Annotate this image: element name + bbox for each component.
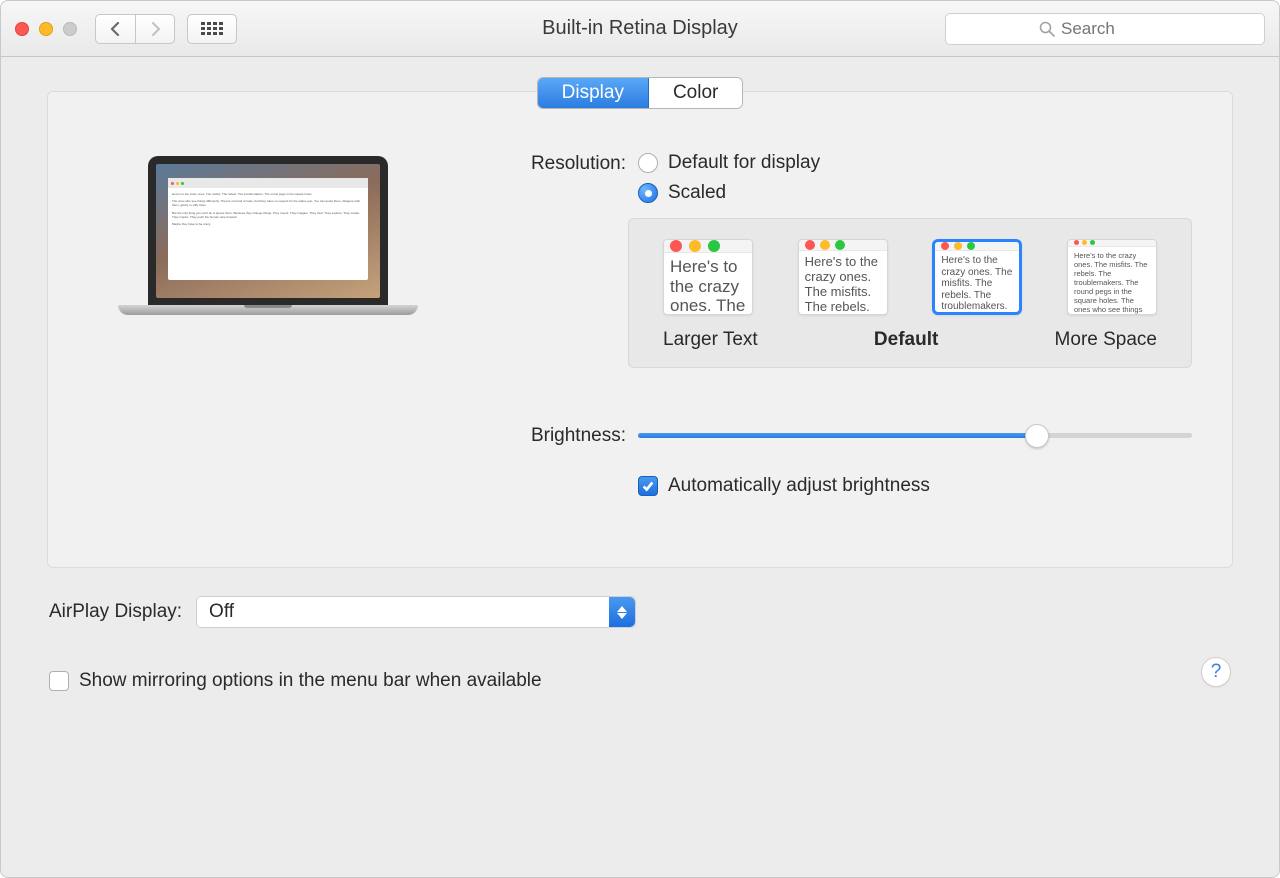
traffic-lights — [15, 22, 77, 36]
device-preview: Here's to the crazy ones. The misfits. T… — [88, 142, 448, 507]
checkbox-icon — [638, 476, 658, 496]
scale-thumb-larger-text[interactable]: Here's to the crazy ones. The misfits. T… — [663, 239, 753, 315]
show-all-button[interactable] — [187, 14, 237, 44]
tab-bar: Display Color — [47, 77, 1233, 109]
scale-thumb-2[interactable]: Here's to the crazy ones. The misfits. T… — [798, 239, 888, 315]
help-button[interactable]: ? — [1201, 657, 1231, 687]
checkbox-label: Show mirroring options in the menu bar w… — [79, 670, 542, 692]
radio-default-for-display[interactable]: Default for display — [638, 152, 1192, 174]
body: Display Color — [1, 57, 1279, 877]
grid-icon — [201, 22, 223, 36]
radio-label: Default for display — [668, 152, 820, 174]
brightness-slider[interactable] — [638, 433, 1192, 438]
airplay-label: AirPlay Display: — [49, 601, 182, 623]
forward-button — [135, 14, 175, 44]
bottom-controls: AirPlay Display: Off Show mirroring opti… — [47, 596, 1233, 692]
scale-label-larger: Larger Text — [663, 329, 758, 351]
slider-fill — [638, 433, 1037, 438]
airplay-value: Off — [197, 601, 246, 623]
preferences-window: Built-in Retina Display Display Color — [0, 0, 1280, 878]
tab-color[interactable]: Color — [649, 78, 742, 108]
brightness-label: Brightness: — [478, 424, 638, 447]
chevron-right-icon — [150, 22, 161, 36]
scale-thumb-more-space[interactable]: Here's to the crazy ones. The misfits. T… — [1067, 239, 1157, 315]
nav-group — [95, 14, 175, 44]
radio-icon — [638, 153, 658, 173]
select-stepper-icon — [609, 597, 635, 627]
search-icon — [1039, 21, 1055, 37]
radio-icon — [638, 183, 658, 203]
scale-thumb-default[interactable]: Here's to the crazy ones. The misfits. T… — [932, 239, 1022, 315]
radio-label: Scaled — [668, 182, 726, 204]
macbook-illustration: Here's to the crazy ones. The misfits. T… — [118, 156, 418, 315]
settings-column: Resolution: Default for display Scaled — [478, 142, 1192, 507]
scale-label-default: Default — [874, 329, 938, 351]
radio-scaled[interactable]: Scaled — [638, 182, 1192, 204]
search-field[interactable] — [945, 13, 1265, 45]
zoom-button — [63, 22, 77, 36]
scale-options: Here's to the crazy ones. The misfits. T… — [628, 218, 1192, 368]
titlebar: Built-in Retina Display — [1, 1, 1279, 57]
scale-label-more-space: More Space — [1055, 329, 1157, 351]
macbook-sample-text: Here's to the crazy ones. The misfits. T… — [168, 188, 368, 233]
checkbox-label: Automatically adjust brightness — [668, 475, 930, 497]
airplay-select[interactable]: Off — [196, 596, 636, 628]
tab-display[interactable]: Display — [538, 78, 649, 108]
minimize-button[interactable] — [39, 22, 53, 36]
auto-brightness-checkbox[interactable]: Automatically adjust brightness — [638, 475, 1192, 497]
search-input[interactable] — [1061, 19, 1171, 39]
slider-knob[interactable] — [1025, 424, 1049, 448]
help-icon: ? — [1211, 661, 1222, 683]
checkbox-icon — [49, 671, 69, 691]
chevron-left-icon — [110, 22, 121, 36]
back-button[interactable] — [95, 14, 135, 44]
mirroring-checkbox[interactable]: Show mirroring options in the menu bar w… — [49, 670, 542, 692]
close-button[interactable] — [15, 22, 29, 36]
display-panel: Here's to the crazy ones. The misfits. T… — [47, 91, 1233, 568]
resolution-label: Resolution: — [478, 152, 638, 175]
